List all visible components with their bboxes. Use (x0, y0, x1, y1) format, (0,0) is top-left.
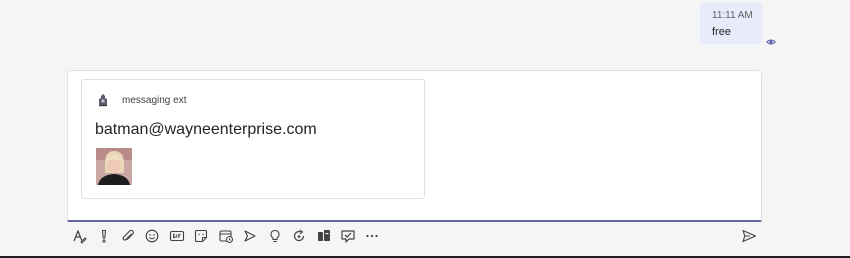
message-extension-card[interactable]: messaging ext batman@wayneenterprise.com (81, 79, 425, 199)
format-icon[interactable] (71, 228, 87, 244)
sticker-icon[interactable] (193, 228, 209, 244)
eye-icon (766, 34, 776, 45)
loop-icon[interactable] (291, 228, 307, 244)
apps-icon[interactable] (316, 228, 332, 244)
important-icon[interactable] (96, 228, 112, 244)
card-title: batman@wayneenterprise.com (95, 121, 317, 138)
message-timestamp: 11:11 AM (712, 10, 753, 21)
person-photo (96, 148, 132, 185)
more-options-icon[interactable] (364, 228, 380, 244)
send-icon[interactable] (741, 228, 757, 244)
gif-icon[interactable] (169, 228, 185, 244)
emoji-icon[interactable] (144, 228, 160, 244)
attach-icon[interactable] (120, 228, 136, 244)
schedule-meeting-icon[interactable] (218, 228, 234, 244)
compose-box[interactable]: messaging ext batman@wayneenterprise.com (67, 70, 762, 222)
bot-app-icon (97, 93, 109, 107)
praise-icon[interactable] (267, 228, 283, 244)
message-text: free (712, 26, 731, 38)
card-app-name: messaging ext (122, 95, 187, 106)
chat-message[interactable]: 11:11 AM free (700, 2, 762, 44)
stream-icon[interactable] (242, 228, 258, 244)
approval-icon[interactable] (340, 228, 356, 244)
